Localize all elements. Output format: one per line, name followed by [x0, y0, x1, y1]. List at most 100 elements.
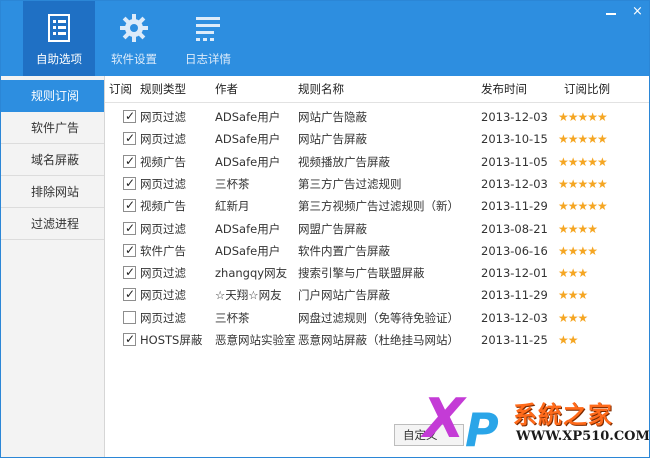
table-row[interactable]: ✓ 网页过滤 三杯茶 第三方广告过滤规则 2013-12-03 ★★★★★ — [105, 173, 649, 195]
watermark-logo: X P 系統之家 WWW.XP510.COM — [421, 393, 649, 457]
column-header-author[interactable]: 作者 — [215, 76, 238, 103]
subscription-rating-stars: ★★★★★ — [558, 199, 608, 214]
subscribe-checkbox[interactable]: ✓ — [123, 243, 136, 257]
sidebar-item-rule-subscription[interactable]: 规则订阅 — [1, 80, 104, 112]
author-cell: zhangqy网友 — [215, 266, 288, 281]
subscribe-checkbox[interactable]: ✓ — [123, 154, 136, 168]
toolbar-auto-options[interactable]: 自助选项 — [23, 1, 95, 76]
sidebar-item-software-ads[interactable]: 软件广告 — [1, 112, 104, 144]
subscribe-checkbox[interactable]: ✓ — [123, 176, 136, 190]
subscribe-checkbox[interactable]: ✓ — [123, 109, 136, 123]
subscribe-checkbox[interactable]: ✓ — [123, 332, 136, 346]
column-header-ratio[interactable]: 订阅比例 — [564, 76, 610, 103]
close-icon: × — [632, 4, 643, 19]
author-cell: ADSafe用户 — [215, 132, 281, 147]
subscription-rating-stars: ★★★★★ — [558, 110, 608, 124]
subscription-rating-stars: ★★★★★ — [558, 154, 608, 169]
toolbar-log-details[interactable]: 日志详情 — [173, 1, 243, 76]
watermark-p: P — [465, 403, 499, 457]
subscription-rating-stars: ★★★ — [558, 288, 588, 303]
rule-type-cell: 网页过滤 — [140, 110, 186, 124]
check-icon: ✓ — [125, 153, 136, 168]
check-icon: ✓ — [125, 242, 136, 257]
publish-date-cell: 2013-12-03 — [481, 176, 548, 191]
rule-name-cell: 视频播放广告屏蔽 — [298, 154, 390, 169]
subscription-rating-stars: ★★★★★ — [558, 132, 608, 147]
table-row[interactable]: ✓ 视频广告 ADSafe用户 视频播放广告屏蔽 2013-11-05 ★★★★★ — [105, 151, 649, 173]
subscribe-checkbox[interactable]: ✓ — [123, 131, 136, 146]
minimize-button[interactable] — [603, 5, 619, 19]
rule-type-cell: HOSTS屏蔽 — [140, 333, 203, 347]
list-lines-icon — [196, 17, 220, 41]
subscribe-checkbox[interactable]: ✓ — [123, 221, 136, 235]
watermark-x: X — [423, 393, 465, 450]
publish-date-cell: 2013-12-03 — [481, 110, 548, 124]
rule-name-cell: 恶意网站屏蔽（杜绝挂马网站） — [298, 333, 459, 347]
rules-table: 订阅 规则类型 作者 规则名称 发布时间 订阅比例 ✓ 网页过滤 ADSafe用户网… — [105, 76, 649, 406]
rule-type-cell: 视频广告 — [140, 199, 186, 214]
subscription-rating-stars: ★★ — [558, 333, 578, 347]
rule-type-cell: 网页过滤 — [140, 310, 186, 325]
table-row[interactable]: ✓ 软件广告 ADSafe用户 软件内置广告屏蔽 2013-06-16 ★★★★ — [105, 240, 649, 262]
close-button[interactable]: × — [629, 5, 645, 19]
subscription-rating-stars: ★★★★ — [558, 221, 598, 236]
check-icon: ✓ — [125, 332, 136, 346]
subscribe-checkbox[interactable]: ✓ — [123, 198, 136, 213]
table-row[interactable]: 网页过滤 三杯茶 网盘过滤规则（免等待免验证） 2013-12-03 ★★★ — [105, 307, 649, 329]
author-cell: 三杯茶 — [215, 176, 250, 191]
author-cell: 紅新月 — [215, 199, 250, 214]
rule-name-cell: 第三方广告过滤规则 — [298, 176, 402, 191]
watermark-brand: 系統之家 — [513, 401, 613, 429]
subscribe-checkbox[interactable] — [123, 310, 136, 324]
header-bar: × 自助选项 软件设置 日志详情 — [1, 1, 649, 76]
check-icon: ✓ — [125, 287, 136, 302]
publish-date-cell: 2013-06-16 — [481, 243, 548, 258]
table-row[interactable]: ✓ HOSTS屏蔽 恶意网站实验室 恶意网站屏蔽（杜绝挂马网站） 2013-11-25 ★… — [105, 329, 649, 351]
app-window: × 自助选项 软件设置 日志详情 规则订阅 软件广告 域名屏蔽 排除网站 过滤进… — [0, 0, 650, 458]
subscribe-checkbox[interactable]: ✓ — [123, 265, 136, 280]
rule-name-cell: 门户网站广告屏蔽 — [298, 288, 390, 303]
check-icon: ✓ — [125, 220, 136, 235]
rule-name-cell: 网站广告隐蔽 — [298, 110, 367, 124]
rule-name-cell: 软件内置广告屏蔽 — [298, 243, 390, 258]
toolbar-label: 自助选项 — [36, 52, 82, 66]
rule-type-cell: 网页过滤 — [140, 132, 186, 147]
table-row[interactable]: ✓ 视频广告 紅新月 第三方视频广告过滤规则（新） 2013-11-29 ★★★★★ — [105, 195, 649, 217]
column-header-type[interactable]: 规则类型 — [140, 76, 186, 103]
author-cell: 三杯茶 — [215, 310, 250, 325]
subscribe-checkbox[interactable]: ✓ — [123, 287, 136, 302]
toolbar-label: 日志详情 — [185, 52, 231, 66]
publish-date-cell: 2013-12-01 — [481, 266, 548, 281]
publish-date-cell: 2013-11-25 — [481, 333, 548, 347]
rule-type-cell: 网页过滤 — [140, 288, 186, 303]
publish-date-cell: 2013-11-29 — [481, 199, 548, 214]
sidebar-item-filter-process[interactable]: 过滤进程 — [1, 208, 104, 240]
column-header-date[interactable]: 发布时间 — [481, 76, 527, 103]
table-row[interactable]: ✓ 网页过滤 ADSafe用户 网站广告隐蔽 2013-12-03 ★★★★★ — [105, 106, 649, 128]
table-row[interactable]: ✓ 网页过滤 ADSafe用户 网盟广告屏蔽 2013-08-21 ★★★★ — [105, 218, 649, 240]
author-cell: ADSafe用户 — [215, 110, 281, 124]
publish-date-cell: 2013-08-21 — [481, 221, 548, 236]
rule-type-cell: 软件广告 — [140, 243, 186, 258]
sidebar-item-exclude-sites[interactable]: 排除网站 — [1, 176, 104, 208]
subscription-rating-stars: ★★★ — [558, 266, 588, 281]
toolbar-label: 软件设置 — [111, 52, 157, 66]
publish-date-cell: 2013-10-15 — [481, 132, 548, 147]
subscription-rating-stars: ★★★★ — [558, 243, 598, 258]
table-row[interactable]: ✓ 网页过滤 ☆天翔☆网友 门户网站广告屏蔽 2013-11-29 ★★★ — [105, 284, 649, 306]
sidebar-item-domain-block[interactable]: 域名屏蔽 — [1, 144, 104, 176]
watermark-url: WWW.XP510.COM — [516, 429, 649, 444]
column-header-name[interactable]: 规则名称 — [298, 76, 344, 103]
table-row[interactable]: ✓ 网页过滤 zhangqy网友 搜索引擎与广告联盟屏蔽 2013-12-01 ★★★ — [105, 262, 649, 284]
table-row[interactable]: ✓ 网页过滤 ADSafe用户 网站广告屏蔽 2013-10-15 ★★★★★ — [105, 128, 649, 150]
minimize-icon — [606, 13, 616, 15]
sidebar: 规则订阅 软件广告 域名屏蔽 排除网站 过滤进程 — [1, 76, 105, 457]
publish-date-cell: 2013-11-29 — [481, 288, 548, 303]
column-header-subscribe[interactable]: 订阅 — [109, 76, 132, 103]
author-cell: ☆天翔☆网友 — [215, 288, 282, 303]
rule-type-cell: 视频广告 — [140, 154, 186, 169]
check-icon: ✓ — [125, 109, 136, 123]
rule-name-cell: 搜索引擎与广告联盟屏蔽 — [298, 266, 425, 281]
rule-type-cell: 网页过滤 — [140, 266, 186, 281]
toolbar-settings[interactable]: 软件设置 — [99, 1, 169, 76]
